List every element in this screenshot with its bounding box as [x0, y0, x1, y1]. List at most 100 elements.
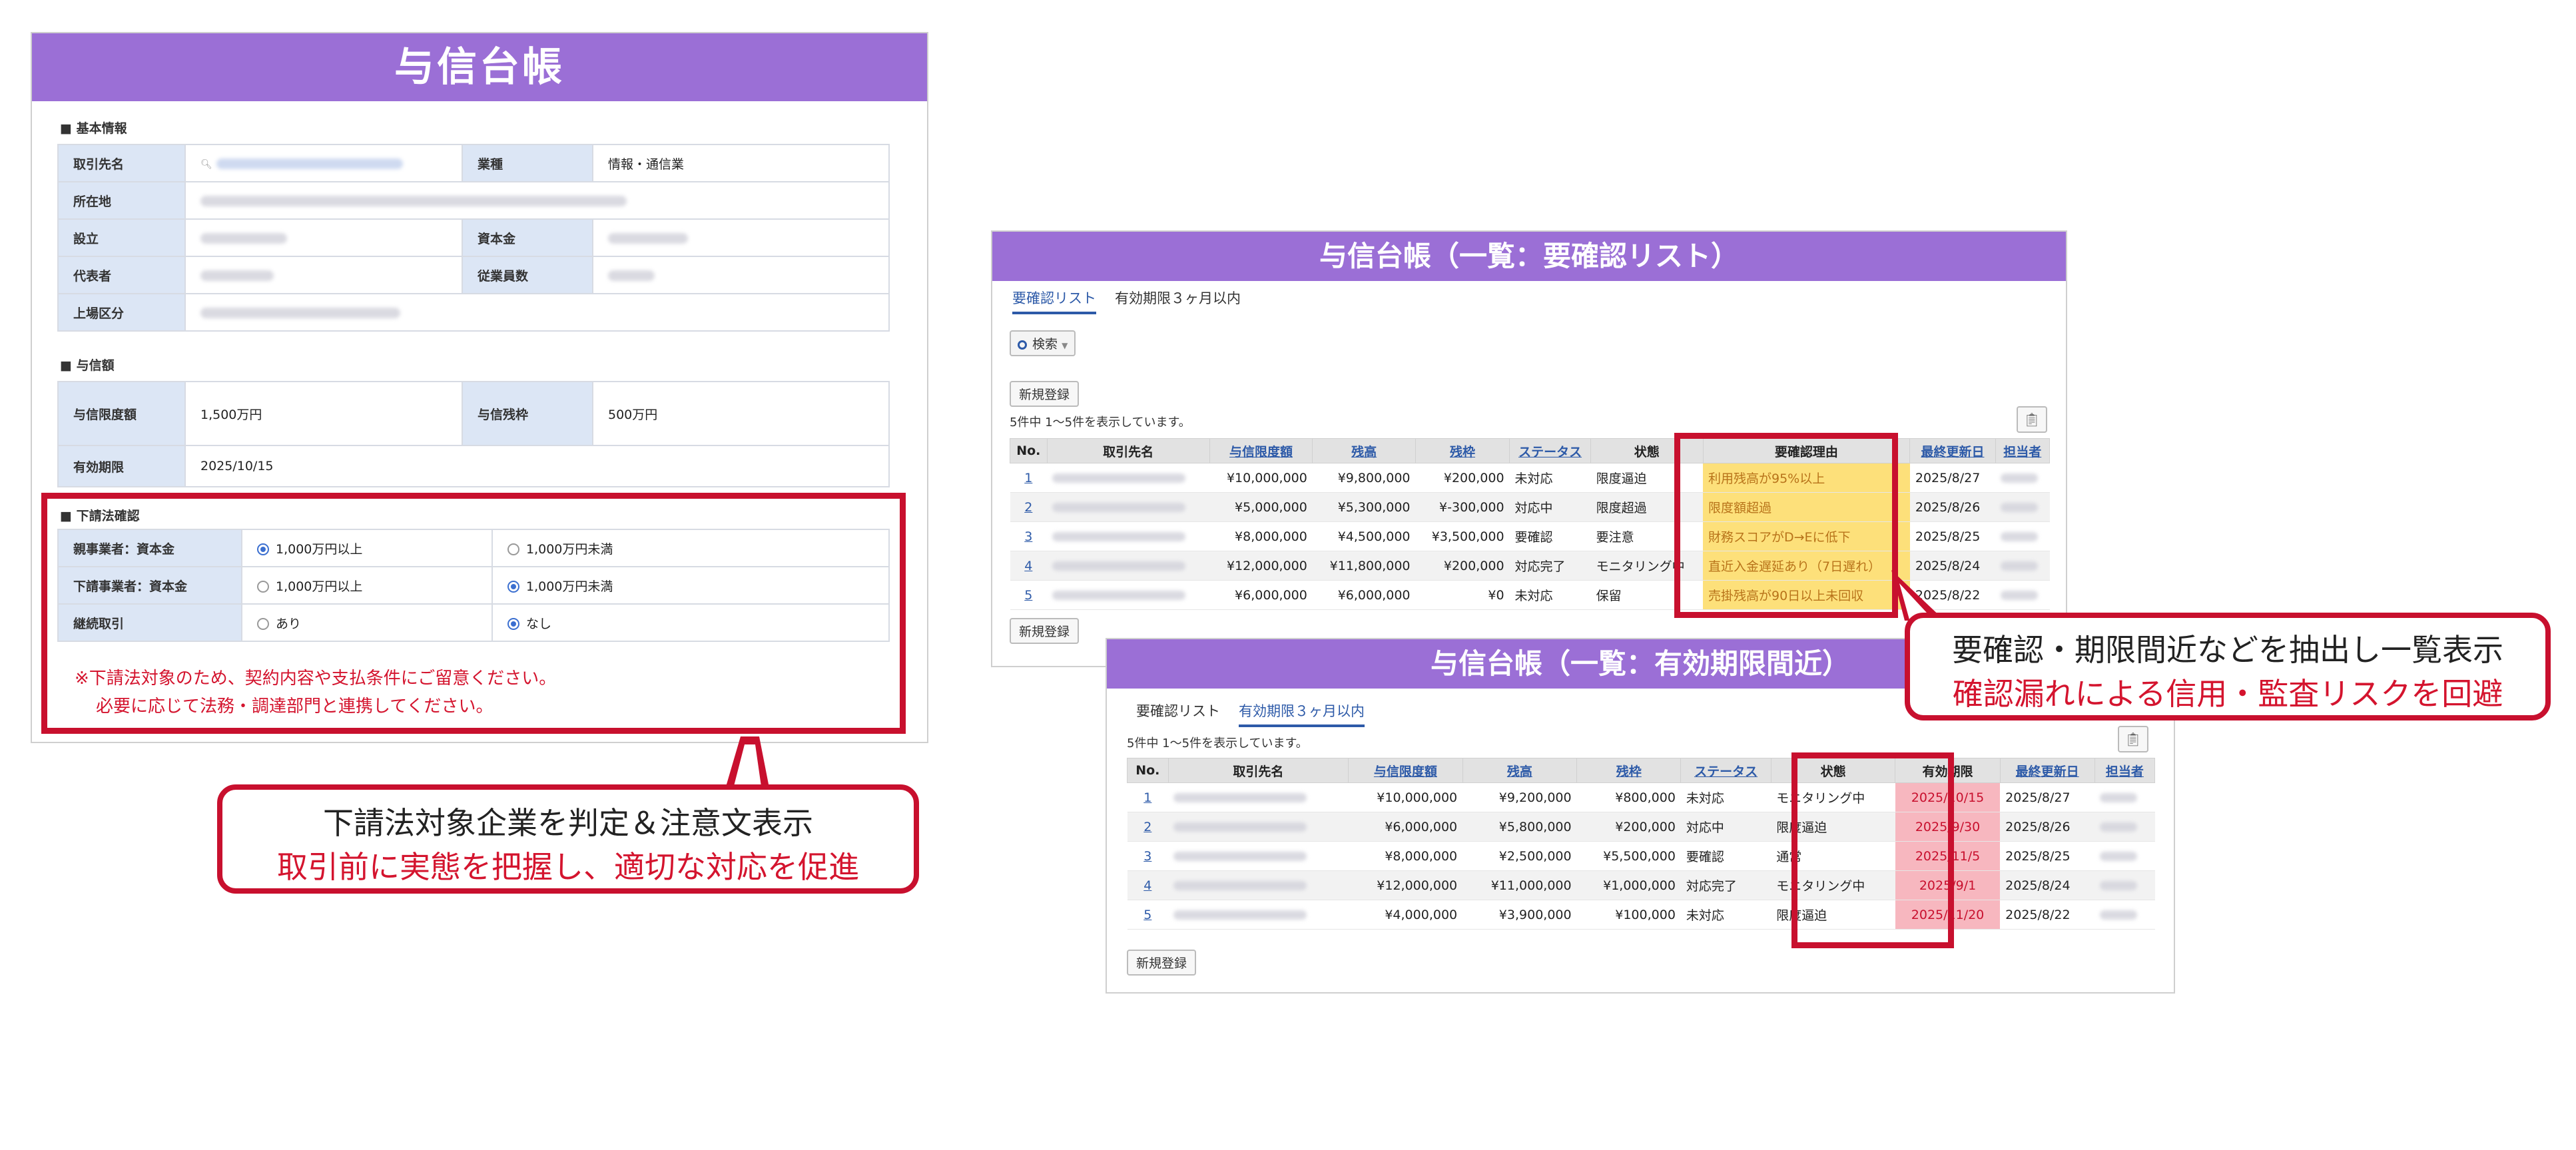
- limit-cell: ¥6,000,000: [1209, 580, 1313, 610]
- balance-cell: ¥5,800,000: [1462, 812, 1577, 842]
- list-callout: 要確認・期限間近などを抽出し一覧表示 確認漏れによる信用・監査リスクを回避: [1905, 613, 2551, 720]
- new-register-button[interactable]: 新規登録: [1127, 950, 1197, 976]
- limit-value: 1,500万円: [184, 381, 463, 446]
- updated-cell: 2025/8/22: [2000, 900, 2095, 930]
- tab-review-list[interactable]: 要確認リスト: [1136, 701, 1220, 724]
- expiry-list-tabs: 要確認リスト 有効期限３ヶ月以内: [1136, 701, 1383, 727]
- limit-cell: ¥8,000,000: [1209, 521, 1313, 551]
- column-header[interactable]: ステータス: [1680, 758, 1771, 783]
- callout-line-1: 下請法対象企業を判定＆注意文表示: [323, 805, 813, 841]
- status-cell: 対応完了: [1509, 551, 1591, 581]
- balance-cell: ¥11,000,000: [1462, 870, 1577, 900]
- assignee-cell: [1995, 463, 2050, 493]
- row-number-link[interactable]: 1: [1127, 782, 1169, 812]
- table-row[interactable]: 4 ¥12,000,000 ¥11,000,000 ¥1,000,000 対応完了 モニタ…: [1127, 870, 2155, 900]
- column-header[interactable]: 最終更新日: [1909, 438, 1996, 463]
- clipboard-icon[interactable]: 📋︎: [2118, 726, 2148, 752]
- representative-label: 代表者: [57, 256, 186, 294]
- updated-cell: 2025/8/27: [2000, 782, 2095, 812]
- row-number-link[interactable]: 2: [1010, 492, 1048, 522]
- callout-line-2: 取引前に実態を把握し、適切な対応を促進: [277, 849, 859, 885]
- row-number-link[interactable]: 5: [1010, 580, 1048, 610]
- status-cell: 要確認: [1509, 521, 1591, 551]
- review-list-title: 与信台帳（一覧：要確認リスト）: [992, 232, 2066, 281]
- column-header[interactable]: 残高: [1312, 438, 1417, 463]
- subcontract-callout: 下請法対象企業を判定＆注意文表示 取引前に実態を把握し、適切な対応を促進: [217, 784, 919, 894]
- remaining-cell: ¥200,000: [1415, 463, 1510, 493]
- basic-info-table: 取引先名 🔍︎ 業種 情報・通信業 所在地 設立 資本金 代表者 従業員数 上場…: [57, 144, 890, 332]
- column-header[interactable]: 担当者: [2094, 758, 2156, 783]
- balance-cell: ¥2,500,000: [1462, 841, 1577, 871]
- status-cell: 未対応: [1680, 900, 1771, 930]
- subcontract-highlight-box: [41, 493, 906, 734]
- remaining-cell: ¥100,000: [1576, 900, 1681, 930]
- row-number-link[interactable]: 4: [1127, 870, 1169, 900]
- established-label: 設立: [57, 218, 186, 257]
- row-number-link[interactable]: 2: [1127, 812, 1169, 842]
- column-header[interactable]: 残高: [1462, 758, 1578, 783]
- column-header[interactable]: 残枠: [1415, 438, 1510, 463]
- assignee-cell: [2094, 900, 2155, 930]
- row-number-link[interactable]: 3: [1010, 521, 1048, 551]
- row-number-link[interactable]: 1: [1010, 463, 1048, 493]
- limit-cell: ¥10,000,000: [1348, 782, 1463, 812]
- remaining-cell: ¥3,500,000: [1415, 521, 1510, 551]
- client-name-cell: [1168, 900, 1349, 930]
- client-name-cell: [1047, 492, 1210, 522]
- assignee-cell: [2094, 812, 2155, 842]
- limit-label: 与信限度額: [57, 381, 186, 446]
- column-header[interactable]: ステータス: [1509, 438, 1592, 463]
- callout-line-1: 要確認・期限間近などを抽出し一覧表示: [1952, 632, 2503, 668]
- detail-title: 与信台帳: [32, 33, 927, 101]
- status-cell: 要確認: [1680, 841, 1771, 871]
- balance-value: 500万円: [592, 381, 890, 446]
- client-name-label: 取引先名: [57, 144, 186, 182]
- updated-cell: 2025/8/26: [2000, 812, 2095, 842]
- credit-heading: ■ 与信額: [60, 358, 115, 373]
- clipboard-icon[interactable]: 📋︎: [2017, 406, 2047, 433]
- listing-label: 上場区分: [57, 293, 186, 332]
- balance-cell: ¥11,800,000: [1312, 551, 1416, 581]
- row-number-link[interactable]: 3: [1127, 841, 1169, 871]
- row-number-link[interactable]: 4: [1010, 551, 1048, 581]
- column-header[interactable]: 与信限度額: [1209, 438, 1313, 463]
- industry-value: 情報・通信業: [592, 144, 890, 182]
- result-count: 5件中 1〜5件を表示しています。: [1127, 736, 1308, 750]
- expiry-value: 2025/10/15: [184, 445, 890, 487]
- capital-label: 資本金: [462, 218, 593, 257]
- table-row[interactable]: 3 ¥8,000,000 ¥2,500,000 ¥5,500,000 要確認 通常 2025…: [1127, 841, 2155, 871]
- limit-cell: ¥10,000,000: [1209, 463, 1313, 493]
- tab-expiry-3months[interactable]: 有効期限３ヶ月以内: [1115, 288, 1241, 312]
- client-name-cell: [1047, 551, 1210, 581]
- expiry-list-table: No. 取引先名 与信限度額 残高 残枠 ステータス 状態 有効期限 最終更新日 担当者 1 ¥10…: [1127, 758, 2156, 930]
- representative-value: [184, 256, 463, 294]
- remaining-cell: ¥200,000: [1415, 551, 1510, 581]
- new-register-button-bottom[interactable]: 新規登録: [1010, 618, 1080, 644]
- updated-cell: 2025/8/26: [1909, 492, 1996, 522]
- tab-review-list[interactable]: 要確認リスト: [1012, 288, 1096, 314]
- table-row[interactable]: 5 ¥4,000,000 ¥3,900,000 ¥100,000 未対応 限度逼迫 2025…: [1127, 900, 2155, 930]
- column-header[interactable]: 与信限度額: [1348, 758, 1463, 783]
- column-header[interactable]: 残枠: [1576, 758, 1682, 783]
- new-register-button-top[interactable]: 新規登録: [1010, 381, 1080, 407]
- search-icon[interactable]: 🔍︎: [200, 159, 212, 170]
- table-row[interactable]: 2 ¥6,000,000 ¥5,800,000 ¥200,000 対応中 限度逼迫 2025…: [1127, 812, 2155, 842]
- table-header: No. 取引先名 与信限度額 残高 残枠 ステータス 状態 有効期限 最終更新日 担当者: [1127, 758, 2156, 783]
- client-name-cell: [1168, 782, 1349, 812]
- balance-cell: ¥9,800,000: [1312, 463, 1416, 493]
- review-list-tabs: 要確認リスト 有効期限３ヶ月以内: [1012, 288, 1259, 314]
- column-header[interactable]: 担当者: [1995, 438, 2051, 463]
- remaining-cell: ¥0: [1415, 580, 1510, 610]
- column-header: 取引先名: [1046, 438, 1210, 463]
- status-cell: 未対応: [1509, 580, 1591, 610]
- table-row[interactable]: 1 ¥10,000,000 ¥9,200,000 ¥800,000 未対応 モニタリング中…: [1127, 782, 2155, 812]
- row-number-link[interactable]: 5: [1127, 900, 1169, 930]
- remaining-cell: ¥800,000: [1576, 782, 1681, 812]
- established-value: [184, 218, 463, 257]
- capital-value: [592, 218, 890, 257]
- assignee-cell: [2094, 782, 2155, 812]
- status-cell: 対応中: [1509, 492, 1591, 522]
- tab-expiry-3months[interactable]: 有効期限３ヶ月以内: [1239, 701, 1365, 727]
- column-header[interactable]: 最終更新日: [1999, 758, 2095, 783]
- search-button[interactable]: 検索 ▼: [1010, 330, 1076, 356]
